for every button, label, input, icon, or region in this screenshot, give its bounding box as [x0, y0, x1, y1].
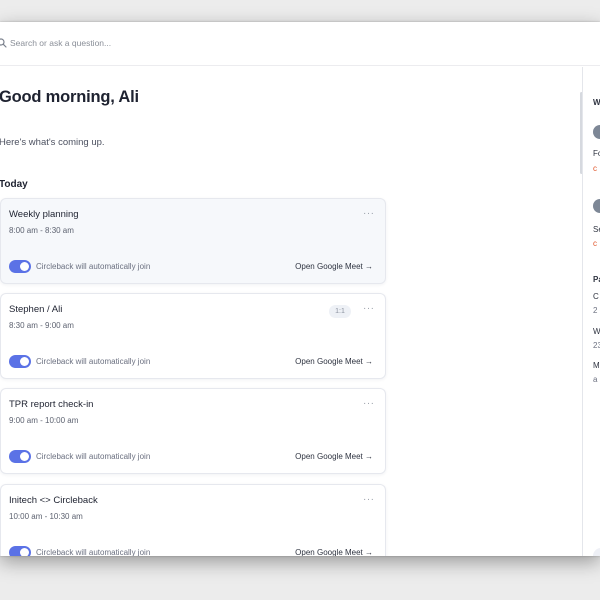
more-horizontal-icon[interactable]: ··· — [363, 208, 375, 219]
main-content: Good morning, Ali Here's what's coming u… — [0, 67, 582, 556]
right-panel-row-meta: 23 — [593, 341, 600, 350]
event-title: TPR report check-in — [9, 399, 94, 410]
right-panel-heading: W — [593, 98, 600, 107]
autojoin-toggle[interactable] — [9, 450, 31, 463]
autojoin-label: Circleback will automatically join — [36, 262, 151, 271]
meeting-type-badge: 1:1 — [329, 305, 351, 318]
event-title: Weekly planning — [9, 209, 79, 220]
search-input[interactable]: Search or ask a question... — [10, 38, 111, 48]
app-window: Search or ask a question... Good morning… — [0, 22, 600, 556]
event-title: Initech <> Circleback — [9, 495, 98, 506]
right-panel-row-title[interactable]: C — [593, 292, 599, 301]
event-card[interactable]: Initech <> Circleback 10:00 am - 10:30 a… — [0, 484, 386, 556]
autojoin-label: Circleback will automatically join — [36, 357, 151, 366]
right-panel-item-link[interactable]: c — [593, 239, 597, 248]
right-panel-row-title[interactable]: W — [593, 327, 600, 336]
event-title: Stephen / Ali — [9, 304, 63, 315]
toggle-knob — [20, 262, 29, 271]
toggle-knob — [20, 452, 29, 461]
autojoin-toggle[interactable] — [9, 355, 31, 368]
event-time: 10:00 am - 10:30 am — [9, 512, 83, 521]
right-panel-row-meta: a — [593, 375, 598, 384]
toggle-knob — [20, 357, 29, 366]
autojoin-label: Circleback will automatically join — [36, 548, 151, 556]
page-subtitle: Here's what's coming up. — [0, 137, 105, 148]
open-google-meet-link[interactable]: Open Google Meet → — [295, 548, 373, 556]
open-google-meet-link[interactable]: Open Google Meet → — [295, 357, 373, 366]
top-search-bar: Search or ask a question... — [0, 22, 600, 66]
more-horizontal-icon[interactable]: ··· — [363, 494, 375, 505]
open-google-meet-link[interactable]: Open Google Meet → — [295, 262, 373, 271]
right-panel-section-heading: Pa — [593, 275, 600, 284]
more-horizontal-icon[interactable]: ··· — [363, 398, 375, 409]
event-time: 8:00 am - 8:30 am — [9, 226, 74, 235]
right-panel-item-text: Se — [593, 225, 600, 234]
search-icon — [0, 38, 7, 48]
event-time: 8:30 am - 9:00 am — [9, 321, 74, 330]
avatar — [593, 125, 600, 139]
toggle-knob — [20, 548, 29, 556]
avatar — [593, 199, 600, 213]
event-card[interactable]: Weekly planning 8:00 am - 8:30 am ··· Ci… — [0, 198, 386, 284]
right-panel-item-text: Fo — [593, 149, 600, 158]
autojoin-label: Circleback will automatically join — [36, 452, 151, 461]
right-panel-row-meta: 2 d — [593, 306, 600, 315]
right-panel: W Fo c Se c Pa C 2 d W 23 M a — [583, 67, 600, 556]
autojoin-toggle[interactable] — [9, 260, 31, 273]
page-title: Good morning, Ali — [0, 88, 139, 106]
autojoin-toggle[interactable] — [9, 546, 31, 556]
section-heading-today: Today — [0, 179, 28, 190]
event-time: 9:00 am - 10:00 am — [9, 416, 79, 425]
right-panel-action-button[interactable] — [593, 548, 600, 556]
event-card[interactable]: TPR report check-in 9:00 am - 10:00 am ·… — [0, 388, 386, 474]
more-horizontal-icon[interactable]: ··· — [363, 303, 375, 314]
event-card[interactable]: Stephen / Ali 8:30 am - 9:00 am 1:1 ··· … — [0, 293, 386, 379]
right-panel-row-title[interactable]: M — [593, 361, 600, 370]
right-panel-item-link[interactable]: c — [593, 164, 597, 173]
open-google-meet-link[interactable]: Open Google Meet → — [295, 452, 373, 461]
